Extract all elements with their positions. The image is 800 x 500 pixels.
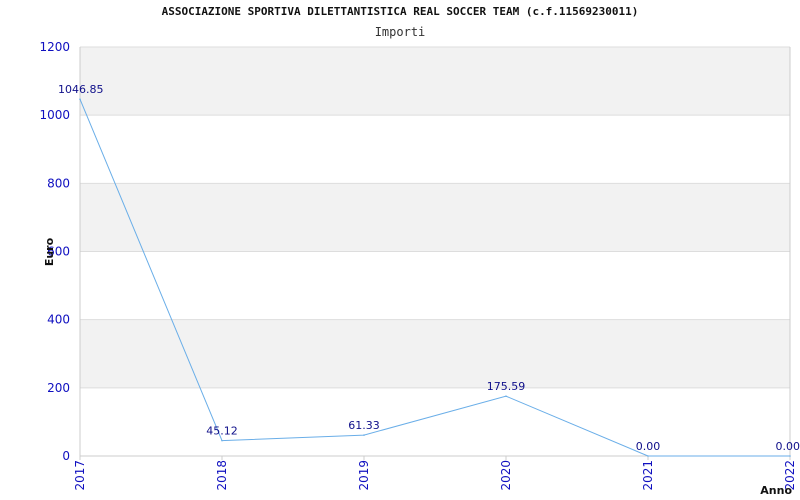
- x-tick-label: 2019: [357, 460, 371, 491]
- y-tick-label: 0: [62, 449, 70, 463]
- y-tick-label: 400: [47, 313, 70, 327]
- grid-band: [80, 47, 790, 116]
- x-tick-label: 2020: [499, 460, 513, 491]
- data-label: 61.33: [348, 419, 380, 432]
- grid-band: [80, 115, 790, 184]
- data-point: [789, 455, 791, 457]
- data-label: 0.00: [636, 440, 661, 453]
- data-label: 45.12: [206, 425, 238, 438]
- grid-band: [80, 251, 790, 320]
- grid-band: [80, 387, 790, 456]
- grid-band: [80, 319, 790, 388]
- data-point: [221, 439, 223, 442]
- data-label: 1046.85: [58, 83, 104, 96]
- data-point: [363, 434, 365, 436]
- y-tick-label: 1200: [39, 40, 70, 54]
- x-axis-label: Anno: [760, 484, 792, 497]
- x-tick-label: 2017: [73, 460, 87, 491]
- y-tick-label: 800: [47, 176, 70, 190]
- line-chart: 0200400600800100012002017 2018 2019 2020 202…: [39, 40, 800, 497]
- data-label: 175.59: [487, 380, 526, 393]
- grid-band: [80, 183, 790, 252]
- y-tick-label: 1000: [39, 108, 70, 122]
- x-tick-label: 2018: [215, 460, 229, 491]
- y-axis-label: Euro: [43, 237, 56, 266]
- data-point: [79, 98, 81, 100]
- y-tick-label: 200: [47, 381, 70, 395]
- data-label: 0.00: [776, 440, 800, 453]
- x-tick-label: 2021: [641, 460, 655, 491]
- data-point: [647, 455, 649, 457]
- data-point: [505, 395, 507, 397]
